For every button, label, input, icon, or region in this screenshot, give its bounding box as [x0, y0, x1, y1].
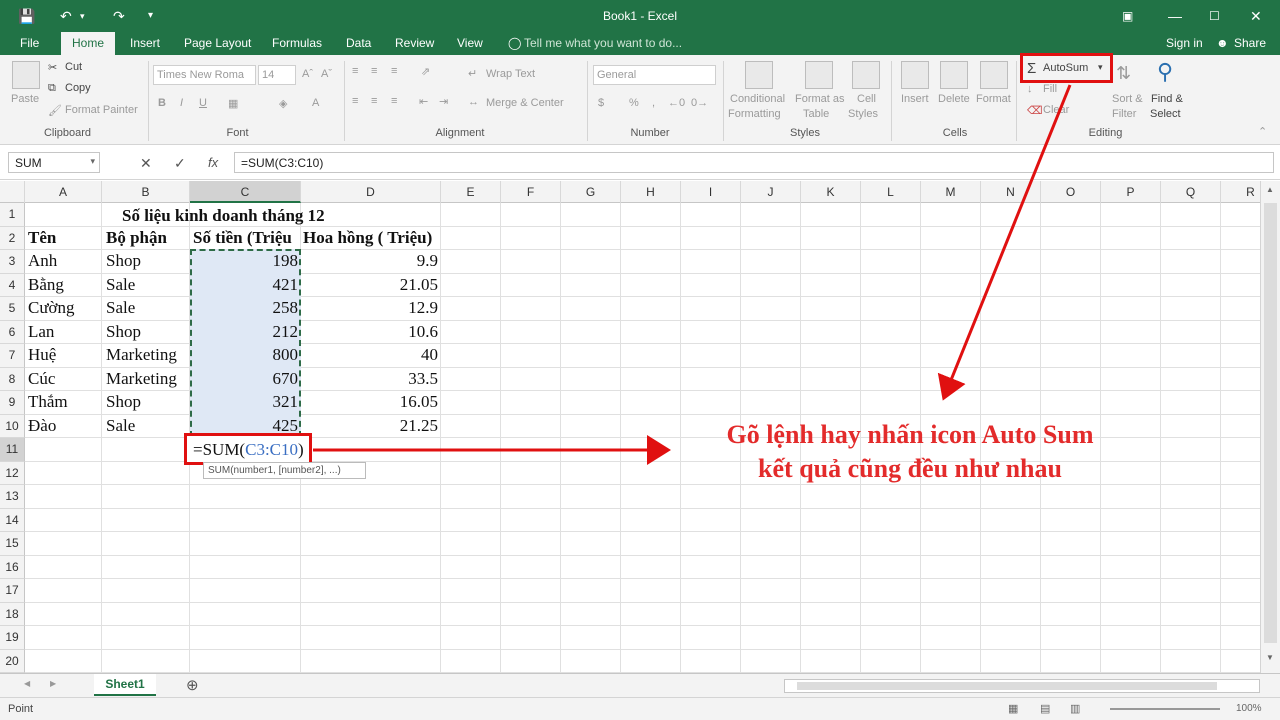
zoom-level: 100% [1236, 703, 1262, 714]
scroll-sheets-right-icon[interactable]: ▶ [50, 679, 56, 688]
annotation-arrows [313, 84, 1072, 465]
horizontal-scroll-thumb[interactable] [797, 682, 1217, 690]
new-sheet-icon[interactable]: ⊕ [186, 676, 199, 694]
vertical-scrollbar[interactable]: ▲ ▼ [1260, 181, 1280, 673]
status-mode: Point [8, 703, 34, 715]
scroll-down-icon[interactable]: ▼ [1266, 653, 1274, 662]
sheet-tab-bar: ◀ ▶ Sheet1 ⊕ [0, 673, 1280, 697]
page-break-view-icon[interactable]: ▥ [1070, 702, 1080, 715]
arrow-to-annotation [937, 84, 1072, 401]
normal-view-icon[interactable]: ▦ [1008, 702, 1018, 715]
annotation-line-1: Gõ lệnh hay nhấn icon Auto Sum [726, 420, 1094, 449]
scroll-up-icon[interactable]: ▲ [1266, 185, 1274, 194]
horizontal-scrollbar[interactable] [784, 679, 1260, 693]
zoom-slider[interactable] [1110, 708, 1220, 710]
page-layout-view-icon[interactable]: ▤ [1040, 702, 1050, 715]
scroll-thumb[interactable] [1264, 203, 1277, 643]
scroll-sheets-left-icon[interactable]: ◀ [24, 679, 30, 688]
annotation-text: Gõ lệnh hay nhấn icon Auto Sum kết quả c… [630, 418, 1190, 486]
sheet-tab-sheet1[interactable]: Sheet1 [94, 674, 156, 696]
status-bar: Point ▦ ▤ ▥ 100% [0, 697, 1280, 720]
annotation-line-2: kết quả cũng đều như nhau [758, 454, 1062, 483]
